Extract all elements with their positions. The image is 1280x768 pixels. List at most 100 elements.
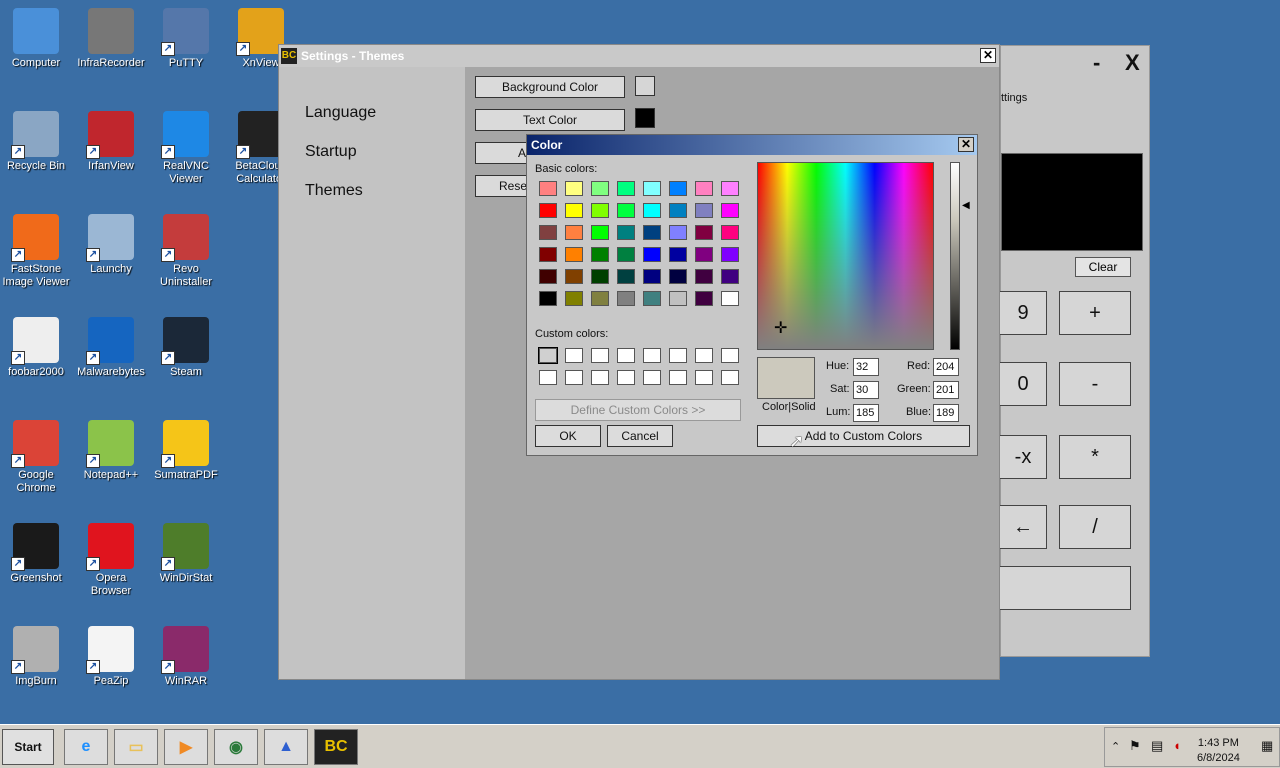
calculator-clear-button[interactable]: Clear — [1075, 257, 1131, 277]
red-field[interactable]: 204 — [933, 358, 959, 376]
custom-color-slot[interactable] — [591, 370, 609, 385]
basic-color-swatch[interactable] — [539, 203, 557, 218]
basic-color-swatch[interactable] — [565, 247, 583, 262]
luminance-slider[interactable] — [950, 162, 960, 350]
desktop-shortcut[interactable]: ↗ Steam — [150, 317, 222, 379]
text-color-button[interactable]: Text Color — [475, 109, 625, 131]
basic-color-swatch[interactable] — [617, 247, 635, 262]
basic-color-swatch[interactable] — [695, 291, 713, 306]
file-explorer-icon[interactable]: ▭ — [114, 729, 158, 765]
calculator-key[interactable]: / — [1059, 505, 1131, 549]
tray-clock[interactable]: 1:43 PM 6/8/2024 — [1197, 736, 1240, 766]
action-center-flag-icon[interactable]: ⚑ — [1129, 738, 1141, 754]
basic-color-swatch[interactable] — [669, 269, 687, 284]
desktop-shortcut[interactable]: Computer — [0, 8, 72, 70]
basic-color-swatch[interactable] — [539, 269, 557, 284]
custom-color-slot[interactable] — [643, 348, 661, 363]
basic-color-swatch[interactable] — [643, 203, 661, 218]
custom-color-slot[interactable] — [617, 348, 635, 363]
basic-color-swatch[interactable] — [591, 247, 609, 262]
custom-color-slot[interactable] — [669, 348, 687, 363]
basic-color-swatch[interactable] — [591, 291, 609, 306]
basic-color-swatch[interactable] — [695, 269, 713, 284]
basic-color-swatch[interactable] — [565, 181, 583, 196]
basic-color-swatch[interactable] — [695, 203, 713, 218]
calculator-minimize-button[interactable]: - — [1093, 50, 1100, 76]
calculator-key[interactable] — [999, 566, 1131, 610]
basic-color-swatch[interactable] — [721, 291, 739, 306]
basic-color-swatch[interactable] — [539, 181, 557, 196]
settings-titlebar[interactable]: BC Settings - Themes ✕ — [279, 45, 999, 67]
basic-color-swatch[interactable] — [669, 181, 687, 196]
desktop-shortcut[interactable]: ↗ RealVNC Viewer — [150, 111, 222, 186]
basic-color-swatch[interactable] — [591, 203, 609, 218]
volume-muted-icon[interactable]: ◖ — [1173, 738, 1181, 753]
internet-explorer-icon[interactable]: e — [64, 729, 108, 765]
desktop-shortcut[interactable]: ↗ Notepad++ — [75, 420, 147, 482]
desktop-shortcut[interactable]: ↗ Recycle Bin — [0, 111, 72, 173]
basic-color-swatch[interactable] — [539, 225, 557, 240]
green-field[interactable]: 201 — [933, 381, 959, 399]
basic-color-swatch[interactable] — [721, 269, 739, 284]
calculator-key[interactable]: ← — [999, 505, 1047, 549]
desktop-shortcut[interactable]: ↗ Launchy — [75, 214, 147, 276]
basic-color-swatch[interactable] — [617, 203, 635, 218]
calculator-key[interactable]: 0 — [999, 362, 1047, 406]
basic-color-swatch[interactable] — [643, 247, 661, 262]
ok-button[interactable]: OK — [535, 425, 601, 447]
basic-color-swatch[interactable] — [721, 203, 739, 218]
custom-color-slot[interactable] — [721, 370, 739, 385]
desktop-shortcut[interactable]: ↗ Greenshot — [0, 523, 72, 585]
network-globe-icon[interactable]: ◉ — [214, 729, 258, 765]
hue-field[interactable]: 32 — [853, 358, 879, 376]
settings-close-button[interactable]: ✕ — [980, 48, 996, 63]
custom-color-slot[interactable] — [565, 370, 583, 385]
basic-color-swatch[interactable] — [591, 225, 609, 240]
basic-color-swatch[interactable] — [617, 181, 635, 196]
basic-color-swatch[interactable] — [617, 225, 635, 240]
basic-color-swatch[interactable] — [617, 291, 635, 306]
custom-color-slot[interactable] — [538, 347, 558, 364]
calculator-window[interactable]: - X ttings Clear 9 + 0 - -x * ← / — [999, 45, 1150, 657]
basic-color-swatch[interactable] — [721, 247, 739, 262]
color-spectrum[interactable]: ✛ — [757, 162, 934, 350]
basic-color-swatch[interactable] — [721, 225, 739, 240]
basic-color-swatch[interactable] — [695, 247, 713, 262]
basic-color-swatch[interactable] — [539, 291, 557, 306]
basic-color-swatch[interactable] — [669, 291, 687, 306]
desktop-shortcut[interactable]: ↗ WinRAR — [150, 626, 222, 688]
color-dialog-titlebar[interactable]: Color ✕ — [527, 135, 977, 155]
basic-color-swatch[interactable] — [565, 225, 583, 240]
custom-color-slot[interactable] — [539, 370, 557, 385]
calculator-key[interactable]: * — [1059, 435, 1131, 479]
custom-color-slot[interactable] — [695, 348, 713, 363]
basic-color-swatch[interactable] — [669, 203, 687, 218]
basic-color-swatch[interactable] — [591, 181, 609, 196]
desktop-shortcut[interactable]: ↗ PeaZip — [75, 626, 147, 688]
custom-color-slot[interactable] — [591, 348, 609, 363]
basic-color-swatch[interactable] — [695, 225, 713, 240]
lum-field[interactable]: 185 — [853, 404, 879, 422]
cancel-button[interactable]: Cancel — [607, 425, 673, 447]
nav-item-language[interactable]: Language — [305, 104, 376, 122]
tray-expand-icon[interactable]: ⌃ — [1111, 740, 1120, 753]
basic-color-swatch[interactable] — [617, 269, 635, 284]
color-dialog-close-button[interactable]: ✕ — [958, 137, 974, 152]
desktop-shortcut[interactable]: ↗ foobar2000 — [0, 317, 72, 379]
desktop-shortcut[interactable]: InfraRecorder — [75, 8, 147, 70]
basic-color-swatch[interactable] — [565, 203, 583, 218]
calculator-close-button[interactable]: X — [1125, 50, 1140, 76]
basic-color-swatch[interactable] — [643, 269, 661, 284]
custom-color-slot[interactable] — [643, 370, 661, 385]
start-button[interactable]: Start — [2, 729, 54, 765]
custom-color-slot[interactable] — [721, 348, 739, 363]
desktop-shortcut[interactable]: ↗ FastStone Image Viewer — [0, 214, 72, 289]
custom-color-slot[interactable] — [695, 370, 713, 385]
nav-item-startup[interactable]: Startup — [305, 143, 357, 161]
show-desktop-icon[interactable]: ▦ — [1261, 738, 1273, 754]
background-color-button[interactable]: Background Color — [475, 76, 625, 98]
basic-color-swatch[interactable] — [669, 247, 687, 262]
basic-color-swatch[interactable] — [695, 181, 713, 196]
desktop-shortcut[interactable]: ↗ Revo Uninstaller — [150, 214, 222, 289]
custom-color-slot[interactable] — [565, 348, 583, 363]
